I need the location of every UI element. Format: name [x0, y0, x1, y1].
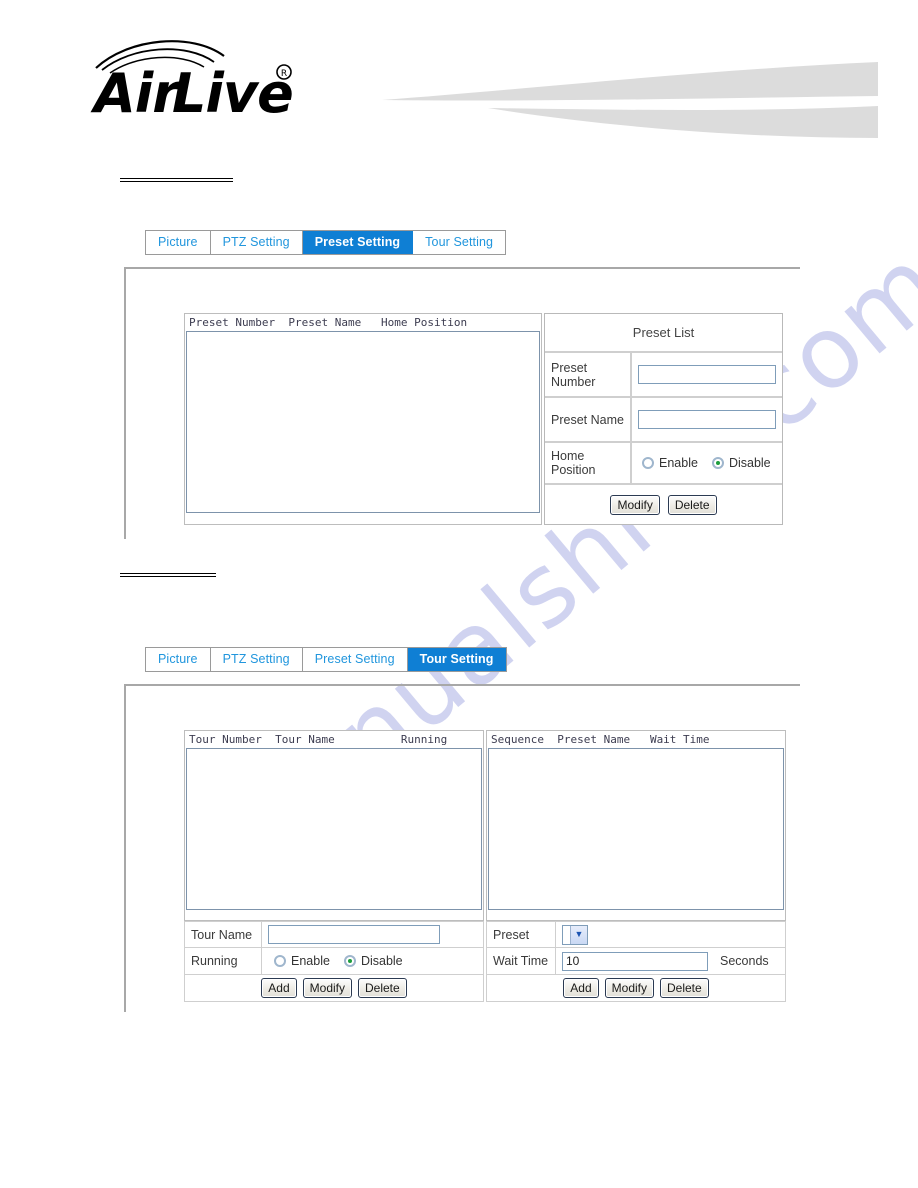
- cell-preset-number-input: [631, 352, 782, 397]
- tour-left-column: Tour Number Tour Name Running Tour Name …: [184, 730, 484, 1002]
- preset-number-input[interactable]: [638, 365, 776, 384]
- preset-form-table: Preset List Preset Number Preset Name Ho…: [544, 313, 783, 525]
- row-wait-time: Wait Time 10 Seconds: [486, 948, 786, 975]
- row-preset-select: Preset ▼: [486, 921, 786, 948]
- tour-modify-button[interactable]: Modify: [302, 978, 352, 998]
- preset-select-dropdown[interactable]: ▼: [562, 924, 588, 945]
- section-divider-tour: [120, 573, 216, 578]
- cell-wait-time-input: 10: [556, 948, 714, 975]
- airlive-logo: Air Live R: [88, 34, 318, 124]
- tab2-tour-setting[interactable]: Tour Setting: [407, 648, 506, 671]
- tab2-picture[interactable]: Picture: [146, 648, 211, 671]
- sequence-list-body[interactable]: [488, 748, 784, 910]
- radio-running-disable[interactable]: Disable: [343, 954, 403, 968]
- row-home-position: Home Position Enable Disable: [545, 442, 782, 484]
- radio-circle-icon: [642, 457, 654, 469]
- preset-list-box[interactable]: Preset Number Preset Name Home Position: [184, 313, 542, 525]
- radio-circle-selected-icon: [343, 955, 356, 967]
- preset-modify-button[interactable]: Modify: [610, 494, 660, 515]
- row-preset-name: Preset Name: [545, 397, 782, 442]
- radio-running-enable[interactable]: Enable: [274, 954, 330, 968]
- svg-text:Air: Air: [90, 62, 182, 124]
- cell-running-radios: Enable Disable: [262, 948, 484, 975]
- preset-list-header: Preset Number Preset Name Home Position: [189, 316, 468, 329]
- preset-delete-button[interactable]: Delete: [667, 494, 717, 515]
- svg-text:Live: Live: [172, 62, 293, 124]
- sequence-delete-button[interactable]: Delete: [660, 978, 709, 998]
- section-divider-preset: [120, 178, 233, 183]
- radio-home-position-enable[interactable]: Enable: [642, 456, 698, 470]
- preset-list-title: Preset List: [545, 314, 782, 352]
- tour-list-box[interactable]: Tour Number Tour Name Running: [184, 730, 484, 921]
- tour-name-input[interactable]: [268, 925, 440, 944]
- radio-label-running-disable: Disable: [360, 954, 403, 968]
- tour-left-action-buttons: Add Modify Delete: [184, 975, 484, 1002]
- sequence-modify-button[interactable]: Modify: [604, 978, 654, 998]
- sequence-list-header: Sequence Preset Name Wait Time: [491, 733, 710, 746]
- page-header: Air Live R: [40, 12, 878, 162]
- preset-action-buttons: Modify Delete: [545, 484, 782, 524]
- label-preset-name: Preset Name: [545, 397, 631, 442]
- tour-setting-panel: Tour Number Tour Name Running Tour Name …: [184, 730, 786, 1002]
- row-preset-number: Preset Number: [545, 352, 782, 397]
- tab2-preset-setting[interactable]: Preset Setting: [302, 648, 408, 671]
- tab-ptz-setting[interactable]: PTZ Setting: [210, 231, 303, 254]
- tour-delete-button[interactable]: Delete: [358, 978, 407, 998]
- label-home-position: Home Position: [545, 442, 631, 484]
- tab-picture[interactable]: Picture: [146, 231, 211, 254]
- tour-list-header: Tour Number Tour Name Running: [189, 733, 448, 746]
- tour-list-body[interactable]: [186, 748, 482, 910]
- frame-top-edge-2: [124, 684, 800, 686]
- label-wait-time: Wait Time: [486, 948, 556, 975]
- preset-name-input[interactable]: [638, 410, 776, 429]
- sequence-action-buttons: Add Modify Delete: [486, 975, 786, 1002]
- cell-home-position-radios: Enable Disable: [631, 442, 782, 484]
- tab-bar-tour-setting[interactable]: Picture PTZ Setting Preset Setting Tour …: [145, 647, 507, 672]
- document-page: manualshive.com Air Live R Picture PTZ S…: [0, 0, 918, 1188]
- chevron-down-icon: ▼: [570, 925, 587, 944]
- label-preset-number: Preset Number: [545, 352, 631, 397]
- cell-tour-name-input: [262, 921, 484, 948]
- header-swoosh-graphic: [340, 40, 878, 160]
- svg-text:R: R: [281, 69, 287, 79]
- radio-home-position-disable[interactable]: Disable: [711, 456, 771, 470]
- wait-time-input[interactable]: 10: [562, 951, 708, 971]
- sequence-list-box[interactable]: Sequence Preset Name Wait Time: [486, 730, 786, 921]
- tour-right-column: Sequence Preset Name Wait Time Preset ▼ …: [486, 730, 786, 1002]
- tour-add-button[interactable]: Add: [261, 978, 297, 998]
- radio-circle-icon: [274, 955, 286, 967]
- tab-preset-setting[interactable]: Preset Setting: [302, 231, 414, 254]
- preset-setting-panel: Preset Number Preset Name Home Position …: [184, 313, 783, 527]
- label-tour-name: Tour Name: [184, 921, 262, 948]
- cell-preset-name-input: [631, 397, 782, 442]
- tab-tour-setting[interactable]: Tour Setting: [413, 231, 506, 254]
- radio-label-disable: Disable: [728, 456, 771, 470]
- label-running: Running: [184, 948, 262, 975]
- tab-bar-preset-setting[interactable]: Picture PTZ Setting Preset Setting Tour …: [145, 230, 507, 255]
- preset-list-body[interactable]: [186, 331, 540, 513]
- row-tour-running: Running Enable Disable: [184, 948, 484, 975]
- radio-label-enable: Enable: [659, 456, 698, 470]
- label-wait-time-unit: Seconds: [714, 948, 786, 975]
- cell-preset-select: ▼: [556, 921, 786, 948]
- frame-left-edge: [124, 267, 126, 539]
- tab2-ptz-setting[interactable]: PTZ Setting: [210, 648, 303, 671]
- sequence-add-button[interactable]: Add: [563, 978, 599, 998]
- row-tour-name: Tour Name: [184, 921, 484, 948]
- frame-left-edge-2: [124, 684, 126, 1012]
- radio-circle-selected-icon: [711, 457, 724, 469]
- label-preset: Preset: [486, 921, 556, 948]
- radio-label-running-enable: Enable: [291, 954, 330, 968]
- frame-top-edge: [124, 267, 800, 269]
